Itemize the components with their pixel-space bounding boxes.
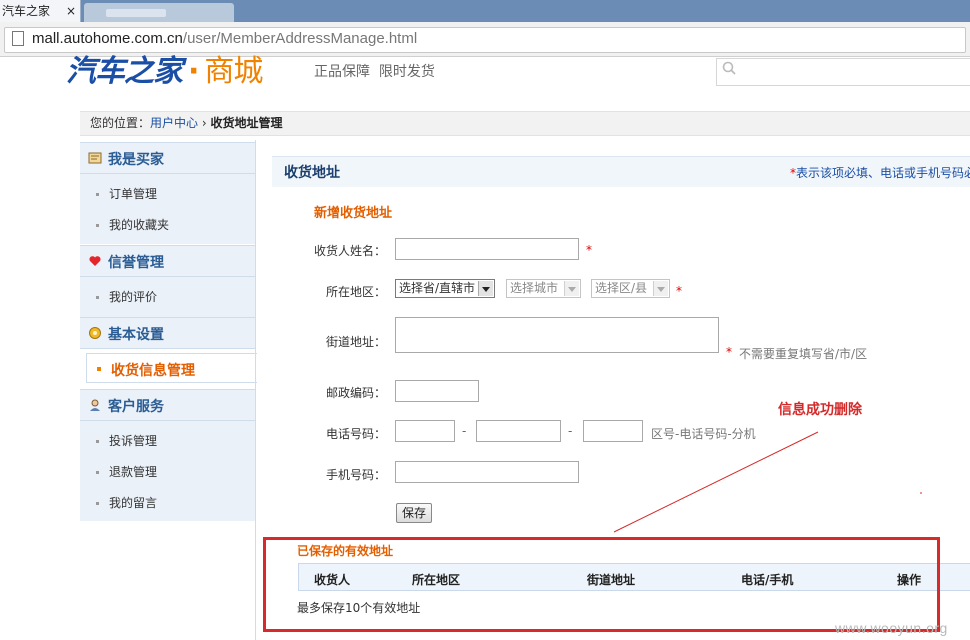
tab-close-icon[interactable]: ×: [66, 0, 76, 22]
sidebar-item-reviews[interactable]: 我的评价: [96, 288, 157, 305]
breadcrumb-link-user-center[interactable]: 用户中心: [150, 116, 198, 130]
site-logo[interactable]: 汽车之家 · 商城: [66, 54, 263, 89]
breadcrumb: 您的位置：用户中心 › 收货地址管理: [90, 114, 283, 132]
logo-mall: 商城: [204, 54, 263, 89]
sidebar-item-refunds[interactable]: 退款管理: [96, 463, 157, 480]
watermark: www.wooyun.org: [835, 620, 948, 636]
buyer-icon: [88, 152, 102, 164]
mobile-input[interactable]: [395, 461, 579, 483]
required-mark: *: [726, 345, 732, 359]
service-icon: [90, 399, 100, 411]
sidebar-item-messages[interactable]: 我的留言: [96, 494, 157, 511]
province-select[interactable]: 选择省/直辖市: [395, 279, 495, 298]
slogan: 正品保障 限时发货: [314, 64, 435, 80]
page-title: 收货地址: [284, 165, 340, 181]
sidebar-section-credit[interactable]: 信誉管理: [80, 245, 255, 277]
city-value: 选择城市: [510, 281, 559, 295]
breadcrumb-current: 收货地址管理: [210, 116, 283, 130]
province-value: 选择省/直辖市: [399, 281, 476, 295]
sidebar-item-complaints[interactable]: 投诉管理: [96, 432, 157, 449]
city-select[interactable]: 选择城市: [506, 279, 581, 298]
sidebar-section-service[interactable]: 客户服务: [80, 389, 255, 421]
required-note-text: 表示该项必填、电话或手机号码必: [796, 166, 970, 180]
bullet-icon: [96, 502, 99, 505]
url-path: /user/MemberAddressManage.html: [182, 30, 418, 47]
sidebar-section-label: 客户服务: [108, 399, 164, 415]
new-address-title: 新增收货地址: [314, 206, 393, 221]
sidebar-item-favorites[interactable]: 我的收藏夹: [96, 216, 169, 233]
phone-area-input[interactable]: [395, 420, 455, 442]
phone-number-input[interactable]: [476, 420, 561, 442]
chevron-down-icon: [478, 281, 493, 296]
phone-label: 电话号码：: [325, 427, 386, 441]
zip-label: 邮政编码：: [325, 386, 386, 400]
sidebar-item-label: 我的评价: [109, 290, 158, 304]
region-label: 所在地区：: [325, 285, 386, 299]
url-text[interactable]: mall.autohome.com.cn/user/MemberAddressM…: [32, 29, 417, 49]
bullet-icon: [96, 193, 99, 196]
sidebar-item-address[interactable]: 收货信息管理: [86, 353, 257, 383]
district-value: 选择区/县: [595, 281, 648, 295]
mobile-label: 手机号码：: [325, 468, 386, 482]
tab-blurred-title: [106, 9, 166, 17]
gear-icon: [89, 327, 101, 339]
name-label: 收货人姓名：: [313, 244, 386, 258]
bullet-icon: [96, 224, 99, 227]
required-mark: *: [586, 243, 592, 257]
search-input[interactable]: [716, 58, 970, 86]
highlight-box: [263, 537, 940, 632]
sidebar-item-label: 收货信息管理: [111, 363, 195, 379]
chevron-down-icon: [653, 281, 668, 296]
bullet-icon: [96, 440, 99, 443]
bullet-icon: [96, 471, 99, 474]
sidebar-section-label: 信誉管理: [108, 255, 164, 271]
logo-sep: ·: [188, 54, 199, 89]
bullet-icon: [96, 296, 99, 299]
heart-icon: [89, 256, 101, 266]
phone-hint: 区号-电话号码-分机: [651, 427, 756, 441]
sidebar-item-label: 退款管理: [109, 465, 158, 479]
phone-dash: -: [462, 424, 467, 438]
phone-ext-input[interactable]: [583, 420, 643, 442]
sidebar-item-label: 我的收藏夹: [109, 218, 170, 232]
zip-input[interactable]: [395, 380, 479, 402]
required-note: *表示该项必填、电话或手机号码必: [790, 164, 970, 181]
browser-tab-inactive[interactable]: [84, 3, 234, 22]
page-icon: [12, 31, 24, 46]
bullet-icon: [97, 367, 101, 371]
sidebar-section-buyer[interactable]: 我是买家: [80, 142, 255, 174]
sidebar-section-label: 我是买家: [108, 152, 164, 168]
sidebar-item-label: 订单管理: [109, 187, 158, 201]
annotation-text: 信息成功删除: [778, 402, 862, 418]
required-mark: *: [676, 284, 682, 298]
browser-tab-active[interactable]: 汽车之家 ×: [0, 0, 81, 22]
sidebar-item-label: 投诉管理: [109, 434, 158, 448]
sidebar-item-orders[interactable]: 订单管理: [96, 185, 157, 202]
breadcrumb-prefix: 您的位置：: [90, 116, 151, 130]
street-textarea[interactable]: [395, 317, 719, 353]
district-select[interactable]: 选择区/县: [591, 279, 670, 298]
sidebar-section-label: 基本设置: [108, 327, 164, 343]
phone-dash: -: [568, 424, 573, 438]
search-icon[interactable]: [722, 61, 736, 75]
street-label: 街道地址：: [325, 335, 386, 349]
sidebar-divider: [255, 140, 256, 640]
street-hint: 不需要重复填写省/市/区: [739, 347, 868, 361]
url-host: mall.autohome.com.cn: [32, 30, 183, 47]
sidebar-section-settings[interactable]: 基本设置: [80, 317, 255, 349]
tab-title: 汽车之家: [2, 4, 51, 18]
sidebar-item-label: 我的留言: [109, 496, 158, 510]
chevron-down-icon: [564, 281, 579, 296]
breadcrumb-sep-icon: ›: [201, 116, 207, 130]
save-button[interactable]: 保存: [396, 503, 432, 523]
logo-main: 汽车之家: [66, 54, 183, 89]
receiver-name-input[interactable]: [395, 238, 579, 260]
